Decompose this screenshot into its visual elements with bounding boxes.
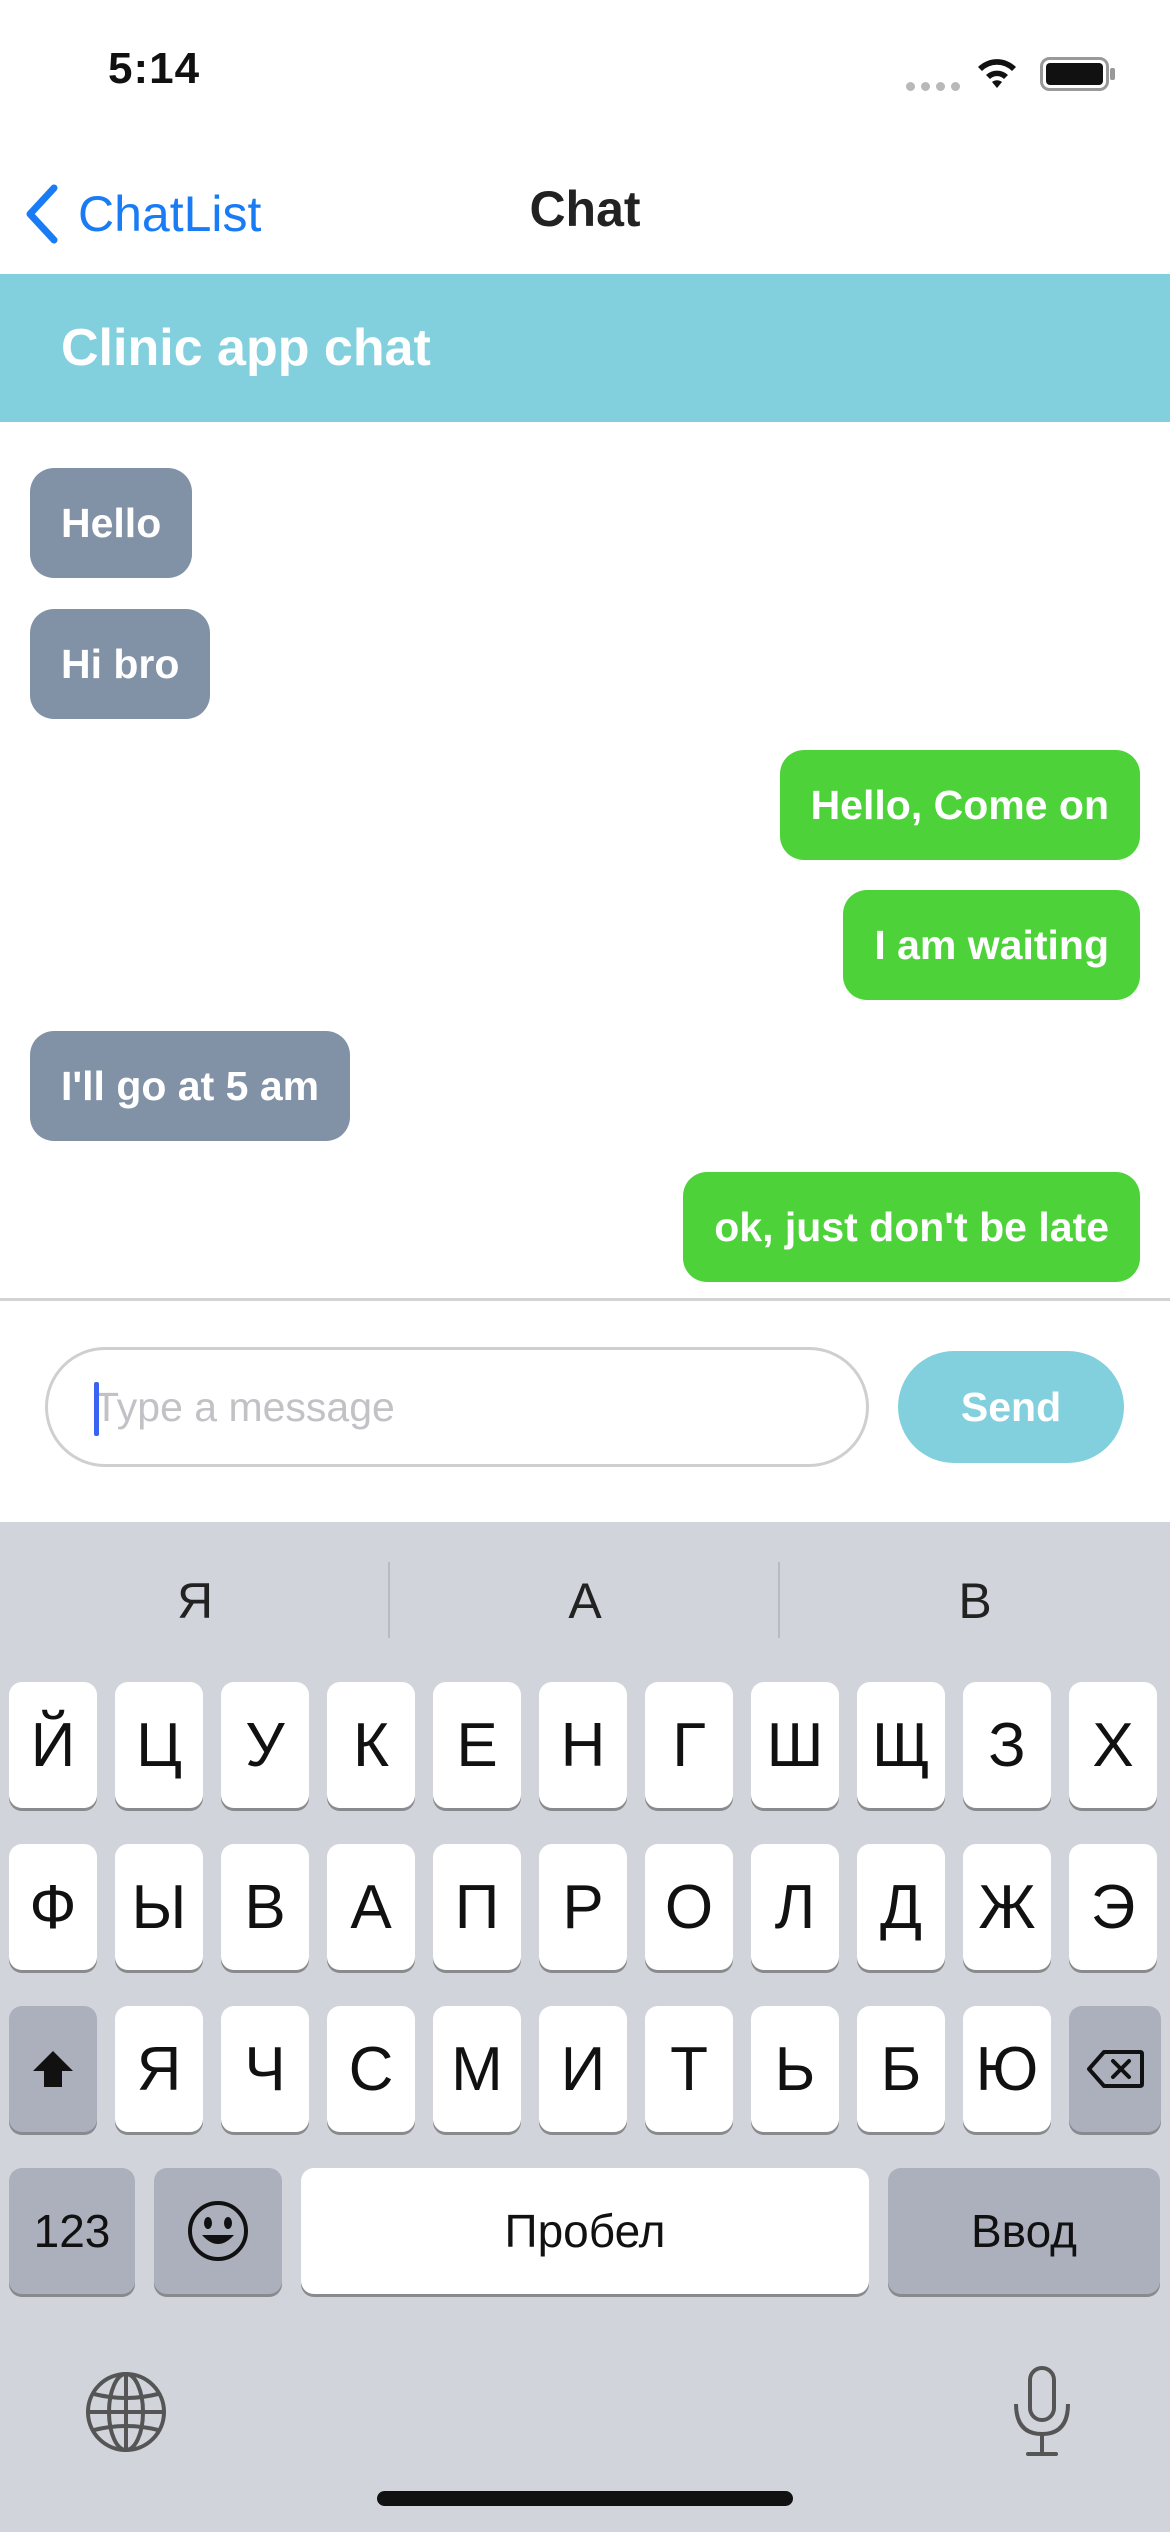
suggestion-item[interactable]: Я [0, 1522, 390, 1680]
key-letter[interactable]: Л [751, 1844, 839, 1970]
key-letter[interactable]: И [539, 2006, 627, 2132]
key-letter[interactable]: Щ [857, 1682, 945, 1808]
received-message-bubble: I'll go at 5 am [30, 1031, 351, 1141]
key-letter[interactable]: М [433, 2006, 521, 2132]
key-letter[interactable]: А [327, 1844, 415, 1970]
key-letter[interactable]: З [963, 1682, 1051, 1808]
key-letter[interactable]: С [327, 2006, 415, 2132]
key-letter[interactable]: Ш [751, 1682, 839, 1808]
key-letter[interactable]: Й [9, 1682, 97, 1808]
text-caret [94, 1382, 99, 1436]
send-button[interactable]: Send [898, 1351, 1124, 1463]
backspace-key[interactable] [1069, 2006, 1161, 2132]
shift-key[interactable] [9, 2006, 97, 2132]
key-letter[interactable]: Ж [963, 1844, 1051, 1970]
key-letter[interactable]: Э [1069, 1844, 1157, 1970]
shift-icon [33, 2051, 73, 2087]
key-letter[interactable]: Ц [115, 1682, 203, 1808]
key-letter[interactable]: П [433, 1844, 521, 1970]
message-list[interactable]: Hello Hi bro Hello, Come on I am waiting… [0, 422, 1170, 1298]
emoji-icon [188, 2201, 248, 2261]
message-row: ok, just don't be late [0, 1172, 1170, 1282]
key-letter[interactable]: Ф [9, 1844, 97, 1970]
message-row: Hi bro [0, 609, 1170, 719]
chat-header: Clinic app chat [0, 274, 1170, 422]
key-letter[interactable]: Ы [115, 1844, 203, 1970]
keyboard: Я А В Й Ц У К Е Н Г Ш Щ З Х Ф Ы В А П Р … [0, 1522, 1170, 2532]
key-letter[interactable]: Е [433, 1682, 521, 1808]
key-letter[interactable]: Б [857, 2006, 945, 2132]
suggestion-bar: Я А В [0, 1522, 1170, 1680]
key-letter[interactable]: Н [539, 1682, 627, 1808]
message-input-placeholder: Type a message [94, 1383, 395, 1430]
cellular-signal-icon [906, 82, 960, 91]
numbers-key[interactable]: 123 [9, 2168, 135, 2294]
status-bar: 5:14 [0, 0, 1170, 140]
chat-header-title: Clinic app chat [61, 319, 431, 377]
key-letter[interactable]: Ю [963, 2006, 1051, 2132]
navigation-bar: ChatList Chat [0, 160, 1170, 272]
return-key[interactable]: Ввод [888, 2168, 1160, 2294]
key-letter[interactable]: О [645, 1844, 733, 1970]
message-input[interactable]: Type a message [45, 1347, 869, 1467]
emoji-key[interactable] [154, 2168, 282, 2294]
message-row: Hello [0, 468, 1170, 578]
space-key[interactable]: Пробел [301, 2168, 869, 2294]
globe-icon[interactable] [84, 2370, 168, 2454]
key-letter[interactable]: Р [539, 1844, 627, 1970]
sent-message-bubble: I am waiting [843, 890, 1140, 1000]
sent-message-bubble: Hello, Come on [779, 750, 1140, 860]
key-letter[interactable]: Г [645, 1682, 733, 1808]
home-indicator[interactable] [377, 2491, 793, 2506]
message-row: Hello, Come on [0, 750, 1170, 860]
message-composer: Type a message Send [0, 1301, 1170, 1522]
message-row: I am waiting [0, 890, 1170, 1000]
key-letter[interactable]: У [221, 1682, 309, 1808]
key-letter[interactable]: Х [1069, 1682, 1157, 1808]
battery-icon [1040, 57, 1115, 91]
key-letter[interactable]: Ь [751, 2006, 839, 2132]
received-message-bubble: Hello [30, 468, 193, 578]
suggestion-item[interactable]: В [780, 1522, 1170, 1680]
key-letter[interactable]: К [327, 1682, 415, 1808]
key-letter[interactable]: Д [857, 1844, 945, 1970]
key-letter[interactable]: Ч [221, 2006, 309, 2132]
received-message-bubble: Hi bro [30, 609, 211, 719]
message-row: I'll go at 5 am [0, 1031, 1170, 1141]
backspace-icon [1087, 2050, 1144, 2088]
wifi-icon [978, 59, 1016, 88]
key-letter[interactable]: В [221, 1844, 309, 1970]
key-letter[interactable]: Т [645, 2006, 733, 2132]
status-time: 5:14 [108, 44, 201, 93]
page-title: Chat [529, 181, 641, 237]
microphone-icon[interactable] [1008, 2364, 1076, 2460]
key-letter[interactable]: Я [115, 2006, 203, 2132]
suggestion-item[interactable]: А [390, 1522, 780, 1680]
sent-message-bubble: ok, just don't be late [683, 1172, 1140, 1282]
